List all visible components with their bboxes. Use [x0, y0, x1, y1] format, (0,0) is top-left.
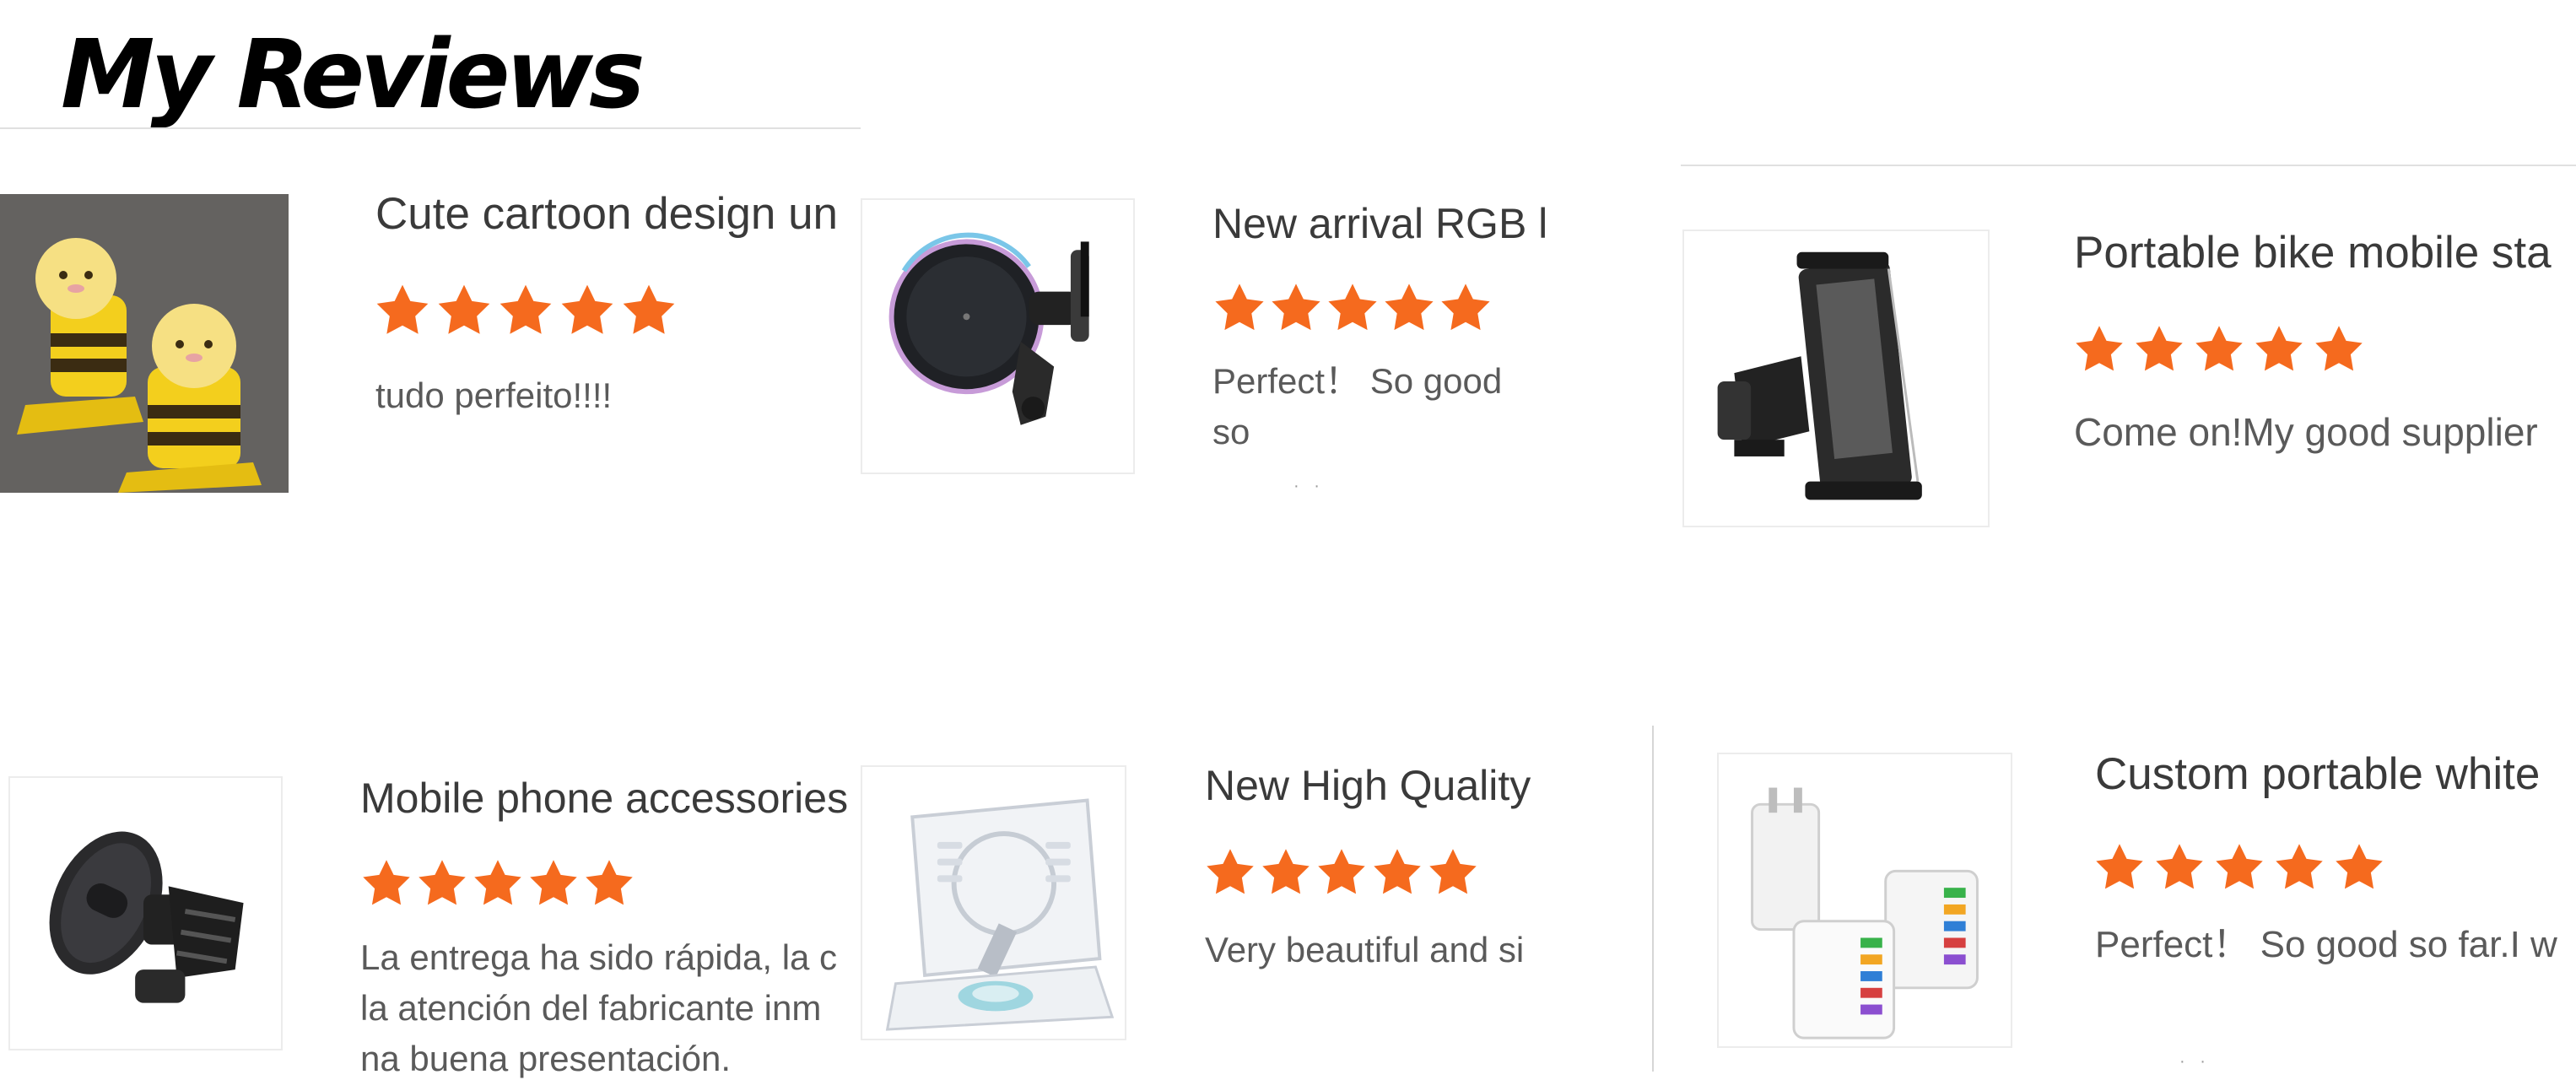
review-text: Very beautiful and si: [1205, 930, 1525, 969]
star-filled-icon: [623, 284, 675, 334]
review-text: Perfect！ So good so far.I w: [2095, 924, 2557, 965]
star-filled-icon: [474, 860, 521, 905]
star-rating: [359, 856, 638, 910]
star-filled-icon: [561, 284, 613, 334]
review-card[interactable]: New arrival RGB l Perfect！ So good so · …: [861, 186, 1548, 523]
product-thumbnail[interactable]: [1717, 753, 2012, 1048]
review-text: Perfect！ So good so: [1212, 361, 1503, 451]
cartoon-phone-holder-icon: [0, 194, 289, 493]
star-rating: [2093, 840, 2392, 894]
star-filled-icon: [2195, 326, 2243, 371]
star-filled-icon: [2216, 844, 2263, 889]
usb-wall-charger-icon: [1719, 754, 2011, 1046]
review-card[interactable]: Mobile phone accessories La entrega ha s…: [0, 759, 861, 1080]
product-thumbnail[interactable]: [861, 765, 1126, 1040]
product-title[interactable]: Mobile phone accessories: [360, 773, 848, 824]
product-title[interactable]: Cute cartoon design un: [375, 189, 838, 240]
section-divider: [1681, 165, 2576, 166]
tablet-car-mount-icon: [1684, 231, 1988, 526]
star-rating: [1212, 280, 1494, 336]
ellipsis-indicator: · ·: [1293, 477, 1325, 495]
star-rating: [2072, 322, 2372, 376]
magnetic-car-mount-icon: [862, 200, 1133, 472]
product-title[interactable]: Portable bike mobile sta: [2074, 228, 2552, 278]
product-title[interactable]: New High Quality: [1205, 760, 1531, 811]
title-divider: [0, 127, 861, 129]
star-filled-icon: [1262, 849, 1310, 894]
star-filled-icon: [2136, 326, 2183, 371]
star-filled-icon: [1385, 284, 1434, 331]
star-filled-icon: [2096, 844, 2143, 889]
product-title[interactable]: New arrival RGB l: [1212, 198, 1547, 249]
review-card[interactable]: New High Quality Very beautiful and si: [861, 751, 1548, 1072]
star-filled-icon: [2315, 326, 2363, 371]
star-filled-icon: [586, 860, 633, 905]
star-filled-icon: [2255, 326, 2303, 371]
star-filled-icon: [1374, 849, 1421, 894]
review-card[interactable]: Custom portable white Perfect！ So good s…: [1713, 742, 2576, 1072]
product-title[interactable]: Custom portable white: [2095, 749, 2540, 800]
star-filled-icon: [1441, 284, 1490, 331]
star-filled-icon: [1272, 284, 1320, 331]
star-filled-icon: [2276, 844, 2323, 889]
star-filled-icon: [363, 860, 410, 905]
star-filled-icon: [419, 860, 466, 905]
vent-phone-mount-icon: [10, 778, 281, 1049]
star-rating: [1203, 845, 1482, 899]
review-text: Come on!My good supplier: [2074, 410, 2538, 454]
page-title: My Reviews: [61, 20, 645, 130]
column-divider: [1652, 726, 1654, 1072]
star-filled-icon: [2156, 844, 2203, 889]
product-thumbnail[interactable]: [1682, 230, 1990, 527]
star-filled-icon: [2076, 326, 2123, 371]
star-filled-icon: [376, 284, 429, 334]
star-filled-icon: [500, 284, 552, 334]
review-text: tudo perfeito!!!!: [375, 375, 613, 415]
star-filled-icon: [530, 860, 577, 905]
ellipsis-indicator: · ·: [2179, 1052, 2211, 1071]
product-thumbnail[interactable]: [8, 776, 283, 1050]
star-rating: [373, 281, 681, 340]
star-filled-icon: [438, 284, 490, 334]
star-filled-icon: [1429, 849, 1477, 894]
product-thumbnail[interactable]: [861, 198, 1135, 474]
review-card[interactable]: Cute cartoon design un tudo perfeito!!!!: [0, 181, 861, 519]
star-filled-icon: [1207, 849, 1254, 894]
product-thumbnail[interactable]: [0, 194, 289, 493]
star-filled-icon: [1318, 849, 1365, 894]
acrylic-magnetic-stand-icon: [862, 767, 1125, 1039]
review-card[interactable]: Portable bike mobile sta Come on!My good…: [1681, 219, 2576, 527]
star-filled-icon: [1215, 284, 1264, 331]
review-text: La entrega ha sido rápida, la c la atenc…: [360, 937, 838, 1078]
star-filled-icon: [1328, 284, 1377, 331]
star-filled-icon: [2336, 844, 2383, 889]
